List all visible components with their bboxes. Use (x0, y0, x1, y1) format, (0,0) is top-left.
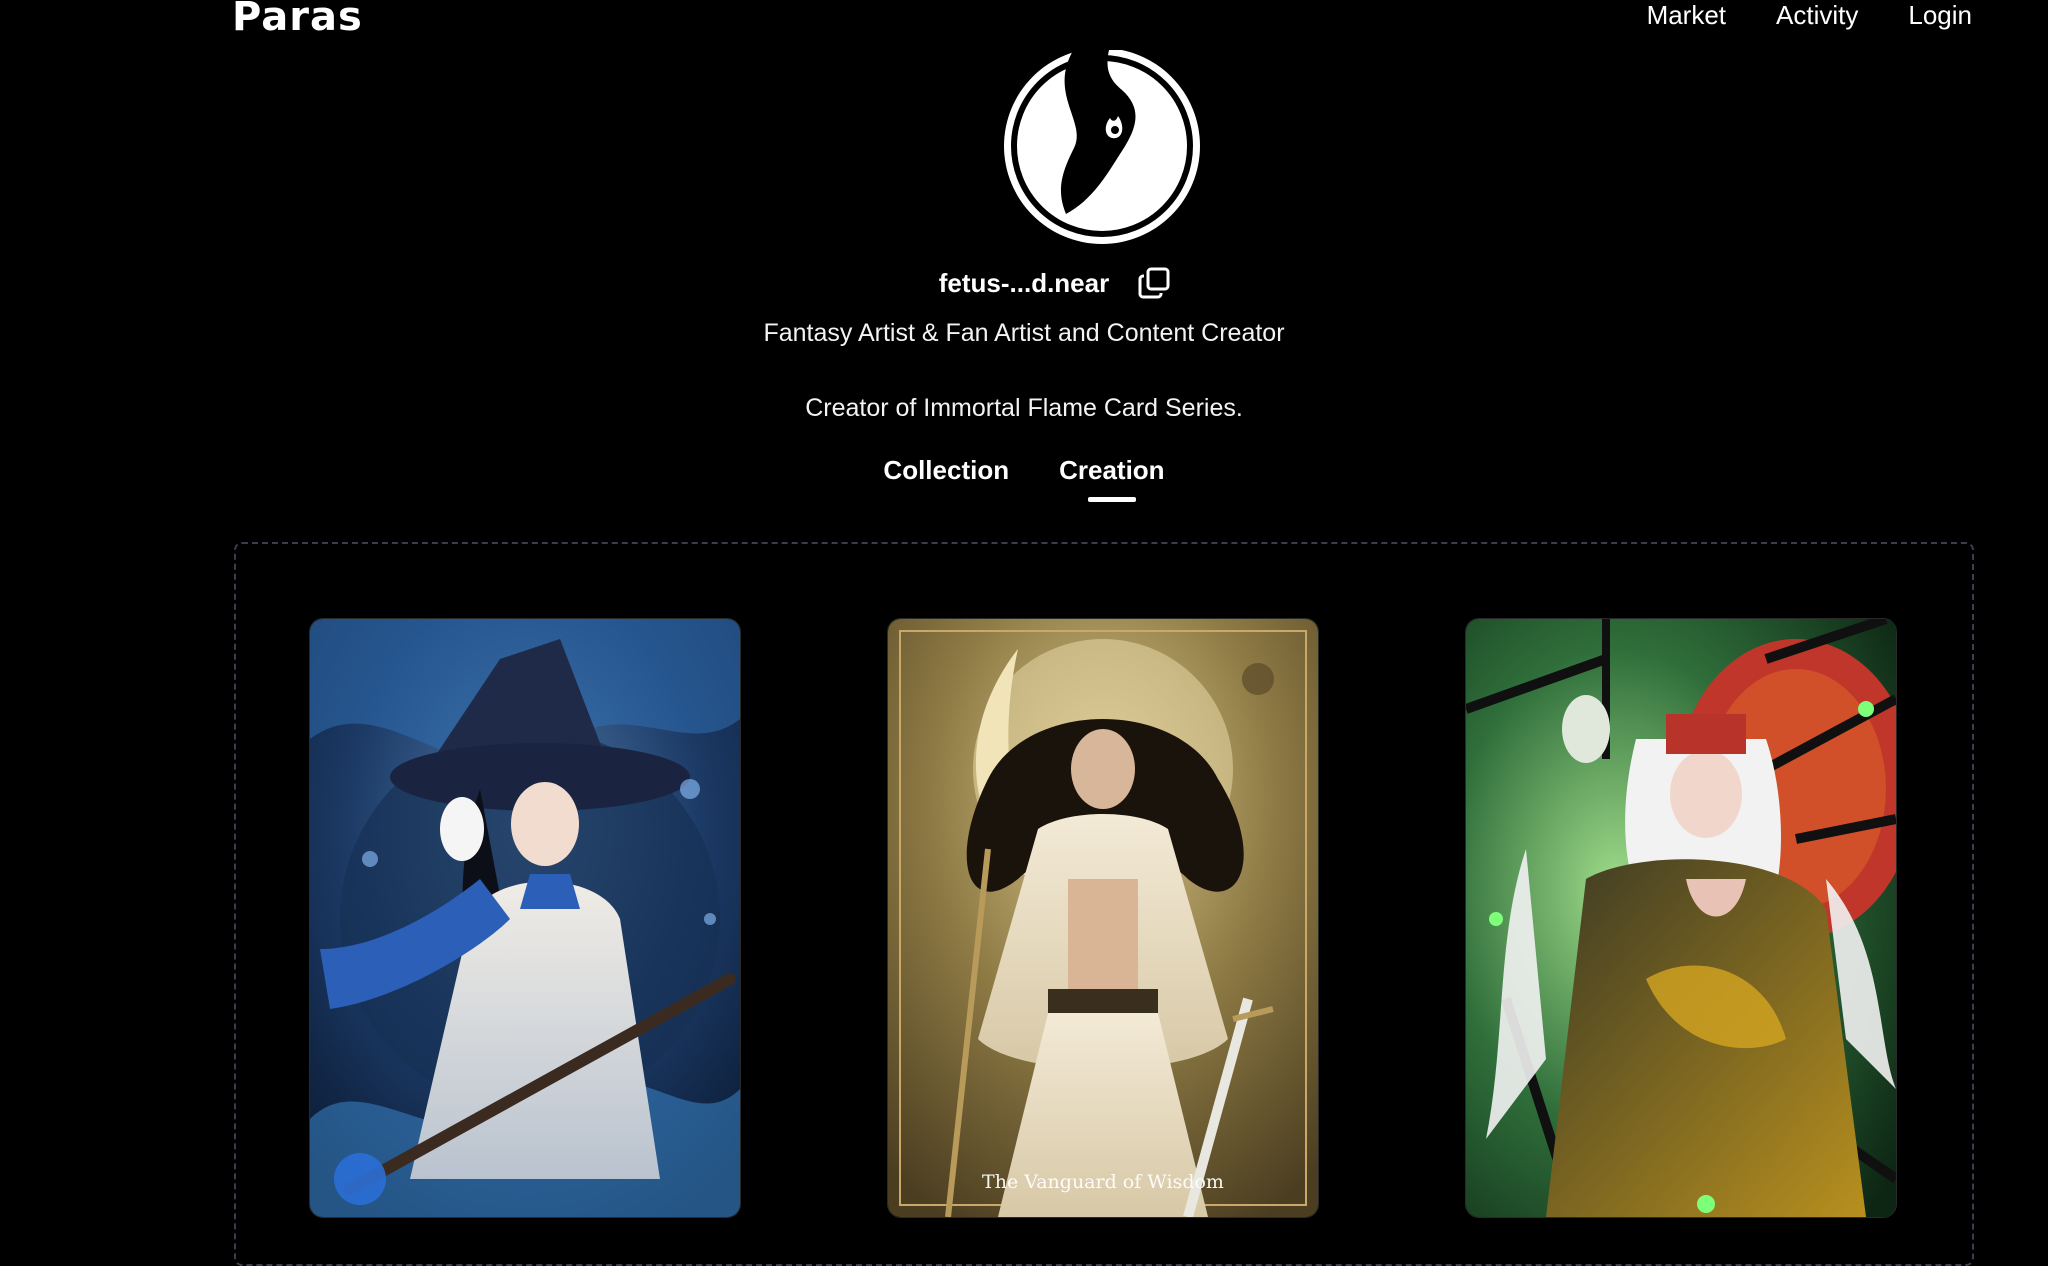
tab-collection[interactable]: Collection (883, 455, 1009, 502)
tab-creation[interactable]: Creation (1059, 455, 1164, 502)
nav-activity-link[interactable]: Activity (1776, 0, 1858, 30)
nav-login-link[interactable]: Login (1908, 0, 1972, 30)
profile-bio-line-1: Fantasy Artist & Fan Artist and Content … (763, 319, 1285, 347)
nft-card[interactable] (309, 618, 741, 1218)
profile-avatar (1002, 50, 1202, 244)
main-nav: Market Activity Login (1647, 0, 1972, 30)
copy-icon[interactable] (1137, 266, 1171, 300)
profile-bio-line-2: Creator of Immortal Flame Card Series. (805, 394, 1243, 422)
nft-card[interactable] (1465, 618, 1897, 1218)
nav-market-link[interactable]: Market (1647, 0, 1726, 30)
card-artwork-image (1466, 619, 1896, 1217)
username: fetus-...d.near (938, 267, 1110, 298)
card-caption: The Vanguard of Wisdom (982, 1171, 1224, 1193)
profile-tabs: Collection Creation (0, 455, 2048, 502)
card-artwork-image (888, 619, 1318, 1217)
paras-logo[interactable]: Paras (232, 0, 363, 40)
card-artwork-image (310, 619, 740, 1217)
username-row: fetus-...d.near (0, 266, 2048, 300)
nft-card[interactable]: The Vanguard of Wisdom (887, 618, 1319, 1218)
top-navigation-bar: Paras Market Activity Login (0, 0, 2048, 50)
